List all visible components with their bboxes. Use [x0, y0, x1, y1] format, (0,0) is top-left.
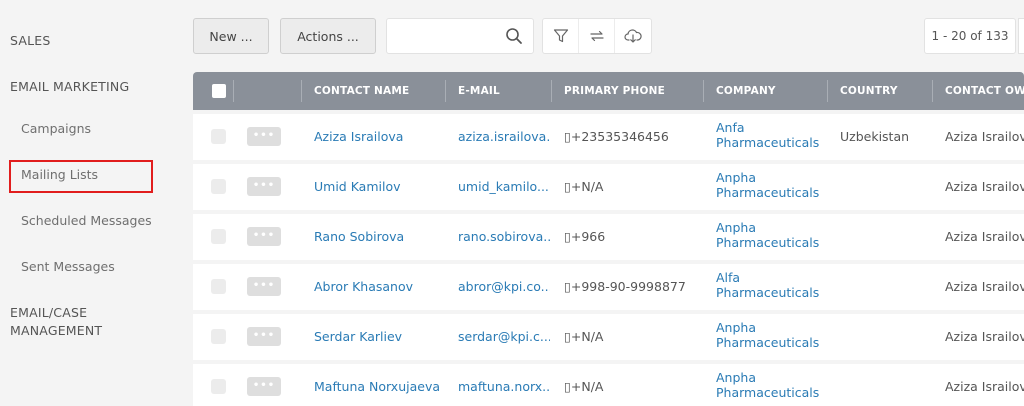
- contact-name-link[interactable]: Umid Kamilov: [314, 179, 442, 194]
- sidebar-section-sales[interactable]: SALES: [10, 32, 51, 50]
- column-header-country[interactable]: COUNTRY: [840, 72, 920, 110]
- row-actions-button[interactable]: •••: [247, 227, 281, 246]
- company-name-line2: Pharmaceuticals: [716, 135, 820, 150]
- row-actions-button[interactable]: •••: [247, 377, 281, 396]
- company-name-line1: Anfa: [716, 120, 745, 135]
- column-header-primary-phone[interactable]: PRIMARY PHONE: [564, 72, 704, 110]
- column-separator: [301, 80, 302, 102]
- table-row[interactable]: ••• Abror Khasanov abror@kpi.co... ▯+998…: [193, 264, 1024, 310]
- contact-owner: Aziza Israilova: [945, 379, 1024, 394]
- column-separator: [703, 80, 704, 102]
- pagination-range: 1 - 20 of 133: [924, 18, 1016, 54]
- contact-name-link[interactable]: Aziza Israilova: [314, 129, 442, 144]
- row-checkbox[interactable]: [211, 279, 226, 294]
- contact-email-link[interactable]: rano.sobirova...: [458, 229, 550, 244]
- toolbar-icon-group: [542, 18, 652, 54]
- search-icon[interactable]: [505, 27, 523, 45]
- column-header-email[interactable]: E-MAIL: [458, 72, 548, 110]
- refresh-icon: [589, 30, 604, 42]
- row-checkbox[interactable]: [211, 129, 226, 144]
- search-input[interactable]: [386, 18, 534, 54]
- company-link[interactable]: Anpha Pharmaceuticals: [716, 170, 826, 200]
- sidebar-section-label-line1: EMAIL/CASE: [10, 305, 88, 320]
- sidebar: SALES EMAIL MARKETING Campaigns Mailing …: [0, 0, 178, 406]
- filter-icon: [553, 29, 568, 43]
- refresh-button[interactable]: [579, 19, 615, 53]
- mailing-lists-highlight: [9, 160, 153, 193]
- contact-name-link[interactable]: Abror Khasanov: [314, 279, 442, 294]
- contact-phone: ▯+N/A: [564, 179, 604, 194]
- column-separator: [233, 80, 234, 102]
- company-link[interactable]: Anpha Pharmaceuticals: [716, 320, 826, 350]
- company-name-line1: Anpha: [716, 170, 756, 185]
- contact-email-link[interactable]: aziza.israilova...: [458, 129, 550, 144]
- company-name-line1: Anpha: [716, 370, 756, 385]
- select-all-checkbox[interactable]: [212, 84, 226, 98]
- contact-phone: ▯+23535346456: [564, 129, 669, 144]
- column-header-contact-owner[interactable]: CONTACT OWN: [945, 72, 1024, 110]
- contact-owner: Aziza Israilova: [945, 129, 1024, 144]
- sidebar-item-campaigns[interactable]: Campaigns: [21, 121, 91, 137]
- sidebar-section-email-marketing[interactable]: EMAIL MARKETING: [10, 78, 129, 96]
- contact-email-link[interactable]: serdar@kpi.c...: [458, 329, 550, 344]
- row-actions-button[interactable]: •••: [247, 127, 281, 146]
- contact-phone: ▯+998-90-9998877: [564, 279, 686, 294]
- table-row[interactable]: ••• Umid Kamilov umid_kamilo... ▯+N/A An…: [193, 164, 1024, 210]
- row-actions-button[interactable]: •••: [247, 327, 281, 346]
- contact-name-link[interactable]: Rano Sobirova: [314, 229, 442, 244]
- contact-owner: Aziza Israilova: [945, 329, 1024, 344]
- contact-phone: ▯+966: [564, 229, 606, 244]
- contact-phone: ▯+N/A: [564, 379, 604, 394]
- sidebar-item-sent-messages[interactable]: Sent Messages: [21, 259, 115, 275]
- company-name-line1: Anpha: [716, 320, 756, 335]
- company-name-line2: Pharmaceuticals: [716, 185, 820, 200]
- sidebar-section-email-case-management[interactable]: EMAIL/CASE MANAGEMENT: [10, 304, 102, 340]
- pagination-next-button[interactable]: [1018, 18, 1024, 54]
- contact-owner: Aziza Israilova: [945, 179, 1024, 194]
- company-name-line1: Alfa: [716, 270, 741, 285]
- row-checkbox[interactable]: [211, 179, 226, 194]
- cloud-download-icon: [624, 29, 642, 43]
- sidebar-section-label-line2: MANAGEMENT: [10, 323, 103, 338]
- column-header-contact-name[interactable]: CONTACT NAME: [314, 72, 444, 110]
- contact-owner: Aziza Israilova: [945, 279, 1024, 294]
- company-name-line2: Pharmaceuticals: [716, 235, 820, 250]
- row-actions-button[interactable]: •••: [247, 277, 281, 296]
- table-row[interactable]: ••• Rano Sobirova rano.sobirova... ▯+966…: [193, 214, 1024, 260]
- row-checkbox[interactable]: [211, 329, 226, 344]
- company-link[interactable]: Alfa Pharmaceuticals: [716, 270, 826, 300]
- column-separator: [827, 80, 828, 102]
- table-row[interactable]: ••• Serdar Karliev serdar@kpi.c... ▯+N/A…: [193, 314, 1024, 360]
- table-row[interactable]: ••• Maftuna Norxujaeva maftuna.norx... ▯…: [193, 364, 1024, 406]
- company-name-line2: Pharmaceuticals: [716, 335, 820, 350]
- contact-email-link[interactable]: abror@kpi.co...: [458, 279, 550, 294]
- table-header: CONTACT NAME E-MAIL PRIMARY PHONE COMPAN…: [193, 72, 1024, 110]
- filter-button[interactable]: [543, 19, 579, 53]
- company-name-line2: Pharmaceuticals: [716, 385, 820, 400]
- sidebar-item-scheduled-messages[interactable]: Scheduled Messages: [21, 213, 152, 229]
- company-name-line2: Pharmaceuticals: [716, 285, 820, 300]
- column-header-company[interactable]: COMPANY: [716, 72, 816, 110]
- download-button[interactable]: [615, 19, 651, 53]
- column-separator: [445, 80, 446, 102]
- new-button[interactable]: New ...: [193, 18, 269, 54]
- row-checkbox[interactable]: [211, 379, 226, 394]
- contact-phone: ▯+N/A: [564, 329, 604, 344]
- column-separator: [932, 80, 933, 102]
- contact-name-link[interactable]: Maftuna Norxujaeva: [314, 379, 442, 394]
- contact-owner: Aziza Israilova: [945, 229, 1024, 244]
- contact-email-link[interactable]: umid_kamilo...: [458, 179, 550, 194]
- actions-button[interactable]: Actions ...: [280, 18, 376, 54]
- company-link[interactable]: Anpha Pharmaceuticals: [716, 220, 826, 250]
- contact-email-link[interactable]: maftuna.norx...: [458, 379, 550, 394]
- row-checkbox[interactable]: [211, 229, 226, 244]
- row-actions-button[interactable]: •••: [247, 177, 281, 196]
- contact-name-link[interactable]: Serdar Karliev: [314, 329, 442, 344]
- contact-country: Uzbekistan: [840, 129, 910, 144]
- table-row[interactable]: ••• Aziza Israilova aziza.israilova... ▯…: [193, 114, 1024, 160]
- company-name-line1: Anpha: [716, 220, 756, 235]
- company-link[interactable]: Anpha Pharmaceuticals: [716, 370, 826, 400]
- column-separator: [551, 80, 552, 102]
- company-link[interactable]: Anfa Pharmaceuticals: [716, 120, 826, 150]
